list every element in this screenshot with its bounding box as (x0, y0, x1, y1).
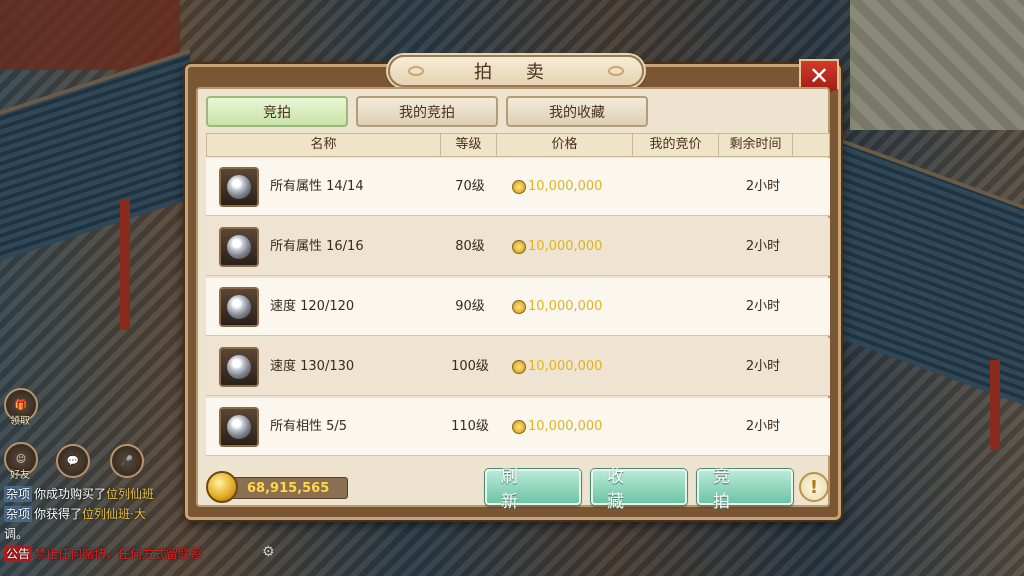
item-name: 速度 130/130 (270, 359, 355, 374)
info-icon[interactable]: ! (799, 472, 829, 502)
background-courtyard (850, 0, 1024, 130)
panel-title: 拍 卖 (474, 62, 558, 83)
header-time-left: 剩余时间 (719, 134, 793, 156)
table-row[interactable]: 所有属性 14/14 70级 10,000,000 2小时 (206, 158, 830, 216)
item-time-left: 2小时 (745, 239, 781, 254)
table-row[interactable]: 速度 120/120 90级 10,000,000 2小时 (206, 278, 830, 336)
chat-item-link[interactable]: 位列仙班 (106, 487, 154, 501)
item-price: 10,000,000 (512, 218, 602, 276)
item-time-left: 2小时 (745, 299, 781, 314)
refresh-button[interactable]: 刷 新 (485, 467, 581, 512)
item-level: 70级 (455, 179, 485, 194)
coin-icon (512, 300, 526, 314)
header-name: 名称 (207, 134, 441, 156)
header-price: 价格 (497, 134, 633, 156)
chat-tag: 杂项 (4, 486, 33, 502)
chat-line: 调。 (4, 526, 28, 542)
price-value: 10,000,000 (528, 239, 603, 254)
item-level: 110级 (451, 419, 489, 434)
item-level: 100级 (451, 359, 489, 374)
item-price: 10,000,000 (512, 158, 602, 216)
price-value: 10,000,000 (528, 359, 603, 374)
item-price: 10,000,000 (512, 278, 602, 336)
friends-label: 好友 (10, 470, 30, 481)
header-my-bid: 我的竞价 (633, 134, 719, 156)
cloud-ornament-icon (608, 66, 624, 76)
gold-coin-icon (206, 471, 238, 503)
title-plate: 拍 卖 (388, 55, 644, 87)
bid-button[interactable]: 竞 拍 (697, 467, 793, 512)
coin-icon (512, 180, 526, 194)
item-icon (219, 287, 259, 327)
money-value: 68,915,565 (247, 480, 330, 496)
gem-icon (227, 235, 251, 259)
table-row[interactable]: 所有属性 16/16 80级 10,000,000 2小时 (206, 218, 830, 276)
gift-icon: 🎁 (14, 399, 28, 411)
chat-line[interactable]: 杂项 你获得了位列仙班·大 (4, 506, 146, 522)
background-pillar (990, 360, 1000, 450)
chat-text: 你成功购买了 (34, 487, 107, 501)
gem-icon (227, 415, 251, 439)
microphone-icon: 🎤 (120, 455, 134, 467)
item-name: 所有相性 5/5 (270, 419, 348, 434)
notice-text: 禁止任何赌博，任何方式留联系 (34, 547, 203, 561)
coin-icon (512, 420, 526, 434)
claim-label: 领取 (10, 416, 30, 427)
gem-icon (227, 355, 251, 379)
voice-button[interactable]: 🎤 (110, 444, 144, 478)
price-value: 10,000,000 (528, 419, 603, 434)
item-name: 所有属性 14/14 (270, 179, 364, 194)
notice-tag: 公告 (4, 546, 33, 562)
chat-tag: 杂项 (4, 506, 33, 522)
background-building (0, 0, 180, 70)
tab-my-favorites[interactable]: 我的收藏 (506, 96, 648, 127)
chat-text: 调。 (4, 527, 29, 541)
item-price: 10,000,000 (512, 338, 602, 396)
item-name: 所有属性 16/16 (270, 239, 364, 254)
chat-settings-icon[interactable]: ⚙ (262, 544, 275, 560)
auction-panel: 拍 卖 ✕ 竞拍 我的竞拍 我的收藏 名称 等级 价格 我的竞价 剩余时间 所有… (185, 55, 841, 520)
chat-line[interactable]: 杂项 你成功购买了位列仙班 (4, 486, 154, 502)
friends-icon: ☺ (15, 453, 27, 465)
table-header: 名称 等级 价格 我的竞价 剩余时间 (206, 133, 830, 157)
item-time-left: 2小时 (745, 419, 781, 434)
item-time-left: 2小时 (745, 179, 781, 194)
item-icon (219, 347, 259, 387)
chat-text: 你获得了 (34, 507, 83, 521)
item-level: 80级 (455, 239, 485, 254)
price-value: 10,000,000 (528, 179, 603, 194)
header-level: 等级 (441, 134, 497, 156)
table-row[interactable]: 速度 130/130 100级 10,000,000 2小时 (206, 338, 830, 396)
gem-icon (227, 295, 251, 319)
background-roof-left (0, 49, 190, 261)
table-row[interactable]: 所有相性 5/5 110级 10,000,000 2小时 (206, 398, 830, 456)
tab-my-bids[interactable]: 我的竞拍 (356, 96, 498, 127)
item-icon (219, 407, 259, 447)
item-name: 速度 120/120 (270, 299, 355, 314)
item-level: 90级 (455, 299, 485, 314)
speech-bubble-icon: 💬 (66, 455, 80, 467)
item-icon (219, 167, 259, 207)
chat-line[interactable]: 公告 禁止任何赌博，任何方式留联系 (4, 546, 202, 562)
chat-button[interactable]: 💬 (56, 444, 90, 478)
favorite-button[interactable]: 收 藏 (591, 467, 687, 512)
gem-icon (227, 175, 251, 199)
close-icon: ✕ (808, 62, 830, 90)
chat-item-link[interactable]: 位列仙班·大 (82, 507, 146, 521)
coin-icon (512, 360, 526, 374)
coin-icon (512, 240, 526, 254)
item-time-left: 2小时 (745, 359, 781, 374)
item-price: 10,000,000 (512, 398, 602, 456)
item-icon (219, 227, 259, 267)
background-pillar (120, 200, 130, 330)
cloud-ornament-icon (408, 66, 424, 76)
price-value: 10,000,000 (528, 299, 603, 314)
tab-bidding[interactable]: 竞拍 (206, 96, 348, 127)
